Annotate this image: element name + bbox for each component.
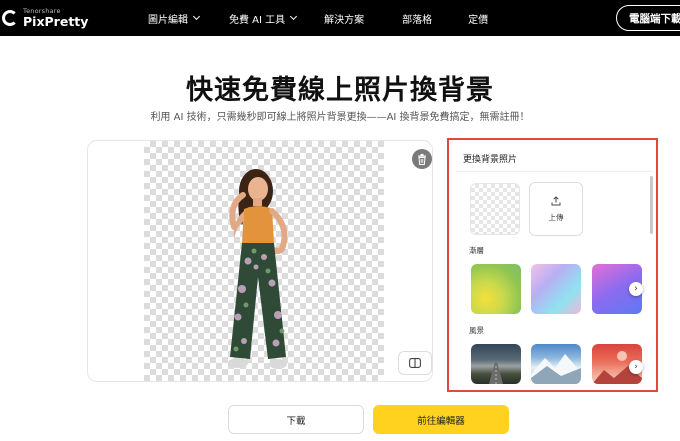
scenery-option[interactable] [531,344,581,384]
nav-item-pricing[interactable]: 定價 [468,11,488,26]
chevron-down-icon [290,12,298,21]
scenery-option[interactable] [471,344,521,384]
title-highlight: 免費 [240,68,300,107]
go-to-editor-button[interactable]: 前往編輯器 [373,405,509,434]
upload-label: 上傳 [548,212,564,222]
chevron-down-icon [192,12,201,21]
upload-background-button[interactable]: 上傳 [529,182,583,236]
cutout-person-image [228,169,288,369]
compare-icon [409,358,421,368]
gradient-next-button[interactable]: › [629,282,643,296]
chevron-right-icon: › [634,361,638,372]
page-title: 快速免費線上照片換背景 [0,68,680,107]
compare-button[interactable] [398,351,432,375]
brand-logo[interactable]: Tenorshare PixPretty [0,4,88,32]
logo-icon [2,10,18,26]
scenery-section-label: 風景 [469,326,484,335]
scenery-next-button[interactable]: › [629,360,643,374]
gradient-option[interactable] [531,264,581,314]
divider [455,171,652,172]
delete-button[interactable] [412,149,432,169]
trash-icon [418,153,426,165]
page-subtitle: 利用 AI 技術，只需幾秒即可線上將照片背景更換——AI 換背景免費搞定，無需註… [150,112,530,123]
image-preview-card [87,140,433,382]
gradient-section-label: 漸層 [469,246,484,255]
top-nav: Tenorshare PixPretty 圖片編輯 免費 AI 工具 解決方案 … [0,0,680,36]
upload-icon [551,195,561,205]
nav-item-blog[interactable]: 部落格 [402,11,432,26]
desktop-download-button[interactable]: 電腦端下載 [616,5,680,31]
nav-menu: 圖片編輯 免費 AI 工具 解決方案 部落格 定價 [148,0,488,36]
chevron-right-icon: › [634,283,638,294]
no-background-option[interactable] [470,183,520,235]
nav-item-free-ai-tools[interactable]: 免費 AI 工具 [229,11,298,26]
brand-name: PixPretty [23,14,89,29]
panel-title: 更換背景照片 [463,155,518,165]
background-panel: 更換背景照片 上傳 漸層 › 風景 › [447,138,658,392]
nav-item-image-edit[interactable]: 圖片編輯 [148,11,201,26]
panel-scrollbar[interactable] [650,176,653,234]
gradient-option[interactable] [471,264,521,314]
download-button[interactable]: 下載 [228,405,364,434]
nav-item-solutions[interactable]: 解決方案 [324,11,364,26]
